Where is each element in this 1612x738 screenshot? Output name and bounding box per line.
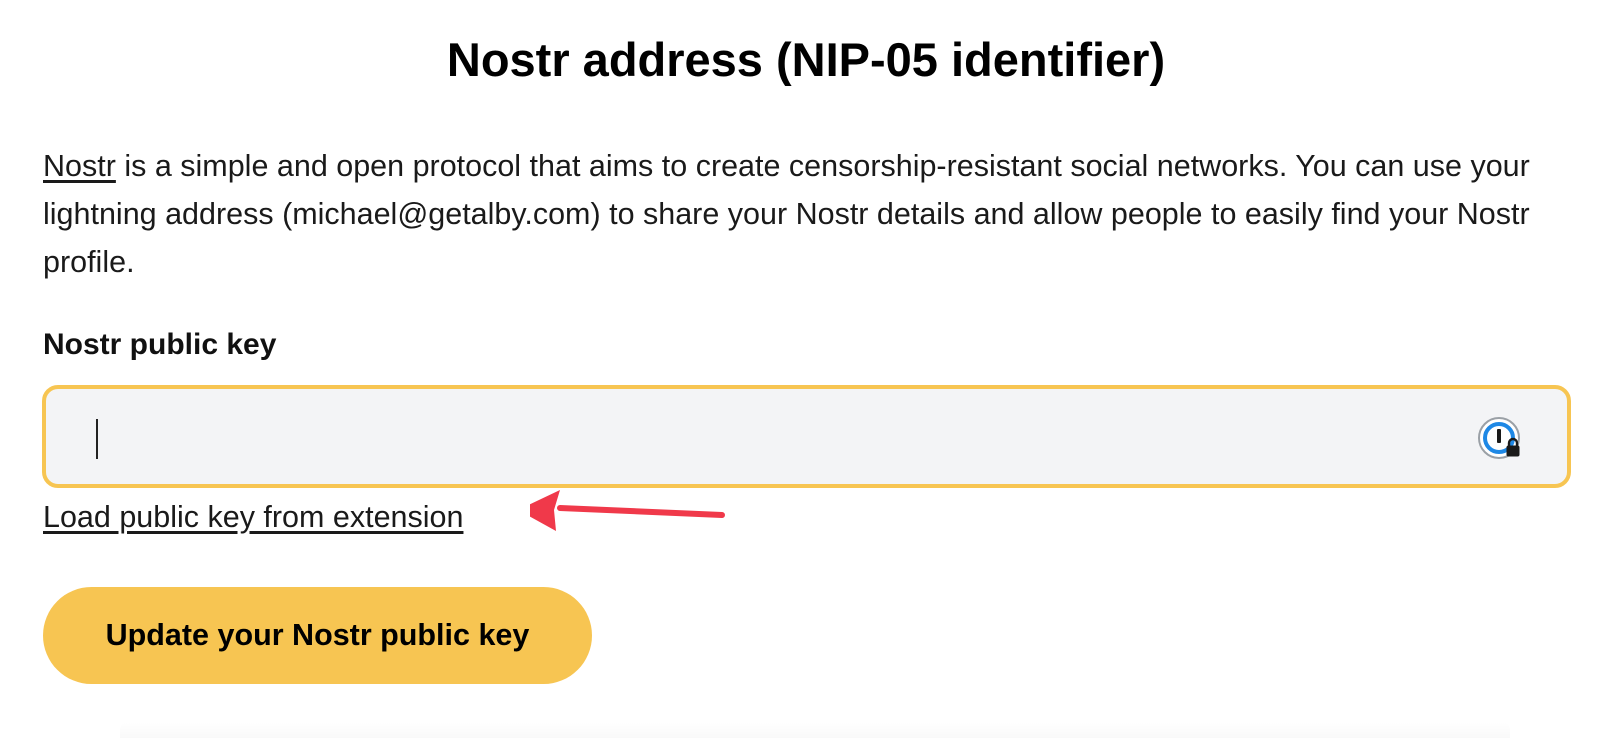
nostr-public-key-field[interactable] xyxy=(42,385,1571,488)
password-manager-icon[interactable] xyxy=(1477,416,1525,464)
red-arrow-left-icon xyxy=(530,490,725,531)
description-text: is a simple and open protocol that aims … xyxy=(43,149,1530,279)
update-public-key-button[interactable]: Update your Nostr public key xyxy=(43,587,592,684)
nostr-settings-page: Nostr address (NIP-05 identifier) Nostr … xyxy=(0,0,1612,738)
text-caret xyxy=(96,419,98,459)
nostr-public-key-label: Nostr public key xyxy=(43,328,277,361)
description-paragraph: Nostr is a simple and open protocol that… xyxy=(43,142,1573,286)
nostr-link[interactable]: Nostr xyxy=(43,149,116,183)
card-shadow-edge xyxy=(120,722,1510,738)
load-public-key-link[interactable]: Load public key from extension xyxy=(43,497,463,537)
page-title: Nostr address (NIP-05 identifier) xyxy=(446,33,1166,86)
nostr-public-key-input[interactable] xyxy=(46,389,1567,484)
